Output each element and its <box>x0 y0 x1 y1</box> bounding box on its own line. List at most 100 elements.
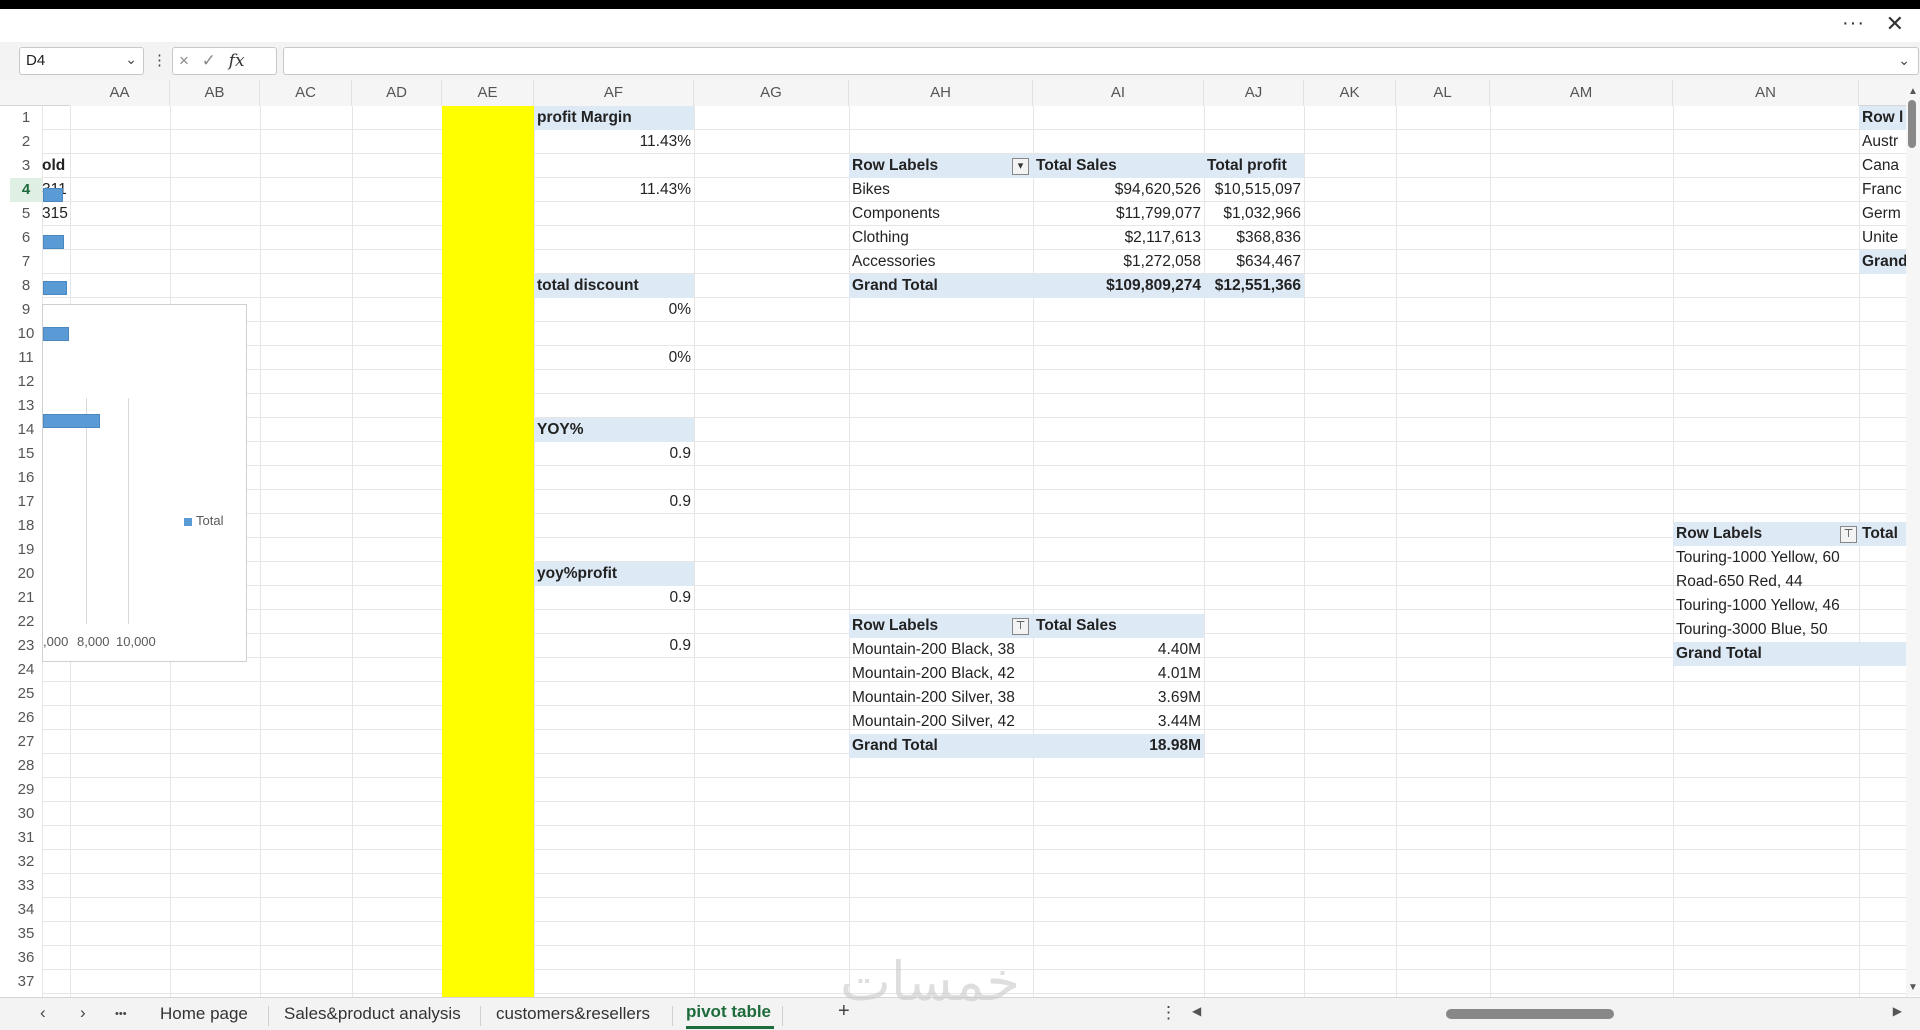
bar-chart[interactable]: ,000 8,000 10,000 Total <box>42 188 247 662</box>
horizontal-scrollbar[interactable]: ◀ ▶ <box>1192 1004 1902 1021</box>
column-header-ae[interactable]: AE <box>442 80 534 106</box>
column-header-ah[interactable]: AH <box>849 80 1033 106</box>
pivot-cell-label[interactable]: Bikes <box>849 178 1033 202</box>
row-header[interactable]: 24 <box>10 658 42 682</box>
next-sheet-icon[interactable]: › <box>80 1003 86 1023</box>
row-header[interactable]: 27 <box>10 730 42 754</box>
enter-icon[interactable]: ✓ <box>202 51 216 70</box>
row-header[interactable]: 20 <box>10 562 42 586</box>
pivot-cell-value[interactable]: 3.69M <box>1033 686 1204 710</box>
pivot-header-row-labels[interactable]: Row l <box>1859 106 1906 130</box>
pivot-cell-label[interactable]: Mountain-200 Black, 42 <box>849 662 1033 686</box>
row-header[interactable]: 22 <box>10 610 42 634</box>
kpi-header[interactable]: profit Margin <box>534 106 694 130</box>
kpi-value[interactable]: 11.43% <box>534 130 694 154</box>
pivot-cell-label[interactable]: Touring-1000 Yellow, 46 <box>1673 594 1906 618</box>
kpi-header[interactable]: total discount <box>534 274 694 298</box>
close-icon[interactable]: ✕ <box>1886 11 1904 37</box>
insert-function-icon[interactable]: fx <box>229 51 245 71</box>
row-header[interactable]: 1 <box>10 106 42 130</box>
scroll-thumb[interactable] <box>1446 1009 1614 1019</box>
pivot-header-total-profit[interactable]: Total profit <box>1204 154 1304 178</box>
cancel-icon[interactable]: × <box>179 51 189 70</box>
expand-formula-icon[interactable]: ⌄ <box>1898 52 1910 69</box>
pivot-cell-label[interactable]: Cana <box>1859 154 1906 178</box>
pivot-cell-label[interactable]: Mountain-200 Silver, 42 <box>849 710 1033 734</box>
pivot-cell-profit[interactable]: $634,467 <box>1204 250 1304 274</box>
row-header[interactable]: 9 <box>10 298 42 322</box>
row-header[interactable]: 13 <box>10 394 42 418</box>
column-header-ac[interactable]: AC <box>260 80 352 106</box>
pivot-cell-label[interactable]: Touring-3000 Blue, 50 <box>1673 618 1906 642</box>
row-header[interactable]: 34 <box>10 898 42 922</box>
pivot-header-total-sales[interactable]: Total Sales <box>1033 614 1204 638</box>
column-header-aa[interactable]: AA <box>70 80 170 106</box>
column-header-aj[interactable]: AJ <box>1204 80 1304 106</box>
pivot-cell-profit[interactable]: $10,515,097 <box>1204 178 1304 202</box>
pivot-cell-profit[interactable]: $1,032,966 <box>1204 202 1304 226</box>
row-header[interactable]: 5 <box>10 202 42 226</box>
kpi-header[interactable]: YOY% <box>534 418 694 442</box>
column-header-am[interactable]: AM <box>1490 80 1673 106</box>
spreadsheet-grid[interactable]: AA AB AC AD AE AF AG AH AI AJ AK AL AM AN 1 2 3 4 5 6 7 8 9 10… <box>0 80 1920 997</box>
row-header[interactable]: 19 <box>10 538 42 562</box>
pivot-cell-profit[interactable]: $368,836 <box>1204 226 1304 250</box>
partial-cell[interactable]: 315 <box>39 202 71 226</box>
row-header[interactable]: 37 <box>10 970 42 994</box>
kpi-value[interactable]: 0.9 <box>534 586 694 610</box>
pivot-cell-label[interactable]: Mountain-200 Black, 38 <box>849 638 1033 662</box>
pivot-header-row-labels[interactable]: Row Labels <box>849 154 1033 178</box>
pivot-cell-label[interactable]: Franc <box>1859 178 1906 202</box>
pivot-header-row-labels[interactable]: Row Labels <box>1673 522 1859 546</box>
row-header[interactable]: 29 <box>10 778 42 802</box>
pivot-grand-total-sales[interactable]: $109,809,274 <box>1033 274 1204 298</box>
pivot-grand-total-label[interactable]: Grand Total <box>849 274 1033 298</box>
pivot-grand-total-value[interactable]: 18.98M <box>1033 734 1204 758</box>
kpi-value[interactable]: 0% <box>534 298 694 322</box>
pivot-header-total-sales[interactable]: Total Sales <box>1033 154 1204 178</box>
row-header[interactable]: 23 <box>10 634 42 658</box>
vertical-scrollbar[interactable]: ▲ ▼ <box>1906 86 1920 996</box>
column-header-ai[interactable]: AI <box>1033 80 1204 106</box>
vertical-dots-icon[interactable]: ⋮ <box>152 51 167 69</box>
row-header[interactable]: 12 <box>10 370 42 394</box>
pivot-grand-total-label[interactable]: Grand Total <box>1673 642 1906 666</box>
row-header[interactable]: 28 <box>10 754 42 778</box>
tab-customers-resellers[interactable]: customers&resellers <box>496 1004 650 1024</box>
kpi-value[interactable]: 0.9 <box>534 490 694 514</box>
pivot-cell-label[interactable]: Components <box>849 202 1033 226</box>
column-header-an[interactable]: AN <box>1673 80 1859 106</box>
column-header-ag[interactable]: AG <box>694 80 849 106</box>
row-header[interactable]: 3 <box>10 154 42 178</box>
pivot-header-row-labels[interactable]: Row Labels <box>849 614 1033 638</box>
filter-icon[interactable]: ⊤ <box>1012 618 1029 635</box>
row-header[interactable]: 6 <box>10 226 42 250</box>
pivot-cell-sales[interactable]: $2,117,613 <box>1033 226 1204 250</box>
scroll-thumb[interactable] <box>1908 100 1916 148</box>
formula-input[interactable]: ⌄ <box>283 47 1919 75</box>
row-header[interactable]: 35 <box>10 922 42 946</box>
pivot-cell-label[interactable]: Mountain-200 Silver, 38 <box>849 686 1033 710</box>
pivot-cell-value[interactable]: 3.44M <box>1033 710 1204 734</box>
scroll-up-icon[interactable]: ▲ <box>1908 86 1918 97</box>
name-box[interactable]: D4 ⌄ <box>19 47 144 75</box>
row-header[interactable]: 25 <box>10 682 42 706</box>
row-header[interactable]: 32 <box>10 850 42 874</box>
row-header[interactable]: 4 <box>10 178 42 202</box>
pivot-header-total[interactable]: Total <box>1859 522 1906 546</box>
row-header[interactable]: 15 <box>10 442 42 466</box>
pivot-cell-label[interactable]: Austr <box>1859 130 1906 154</box>
kpi-value[interactable]: 0% <box>534 346 694 370</box>
filter-sort-icon[interactable]: ▾ <box>1012 158 1029 175</box>
column-header-af[interactable]: AF <box>534 80 694 106</box>
row-header[interactable]: 16 <box>10 466 42 490</box>
pivot-cell-label[interactable]: Clothing <box>849 226 1033 250</box>
scroll-down-icon[interactable]: ▼ <box>1908 982 1918 993</box>
column-header-ad[interactable]: AD <box>352 80 442 106</box>
filter-icon[interactable]: ⊤ <box>1840 526 1857 543</box>
pivot-cell-value[interactable]: 4.40M <box>1033 638 1204 662</box>
scroll-left-icon[interactable]: ◀ <box>1192 1004 1201 1018</box>
row-header[interactable]: 26 <box>10 706 42 730</box>
row-header[interactable]: 33 <box>10 874 42 898</box>
row-header[interactable]: 18 <box>10 514 42 538</box>
